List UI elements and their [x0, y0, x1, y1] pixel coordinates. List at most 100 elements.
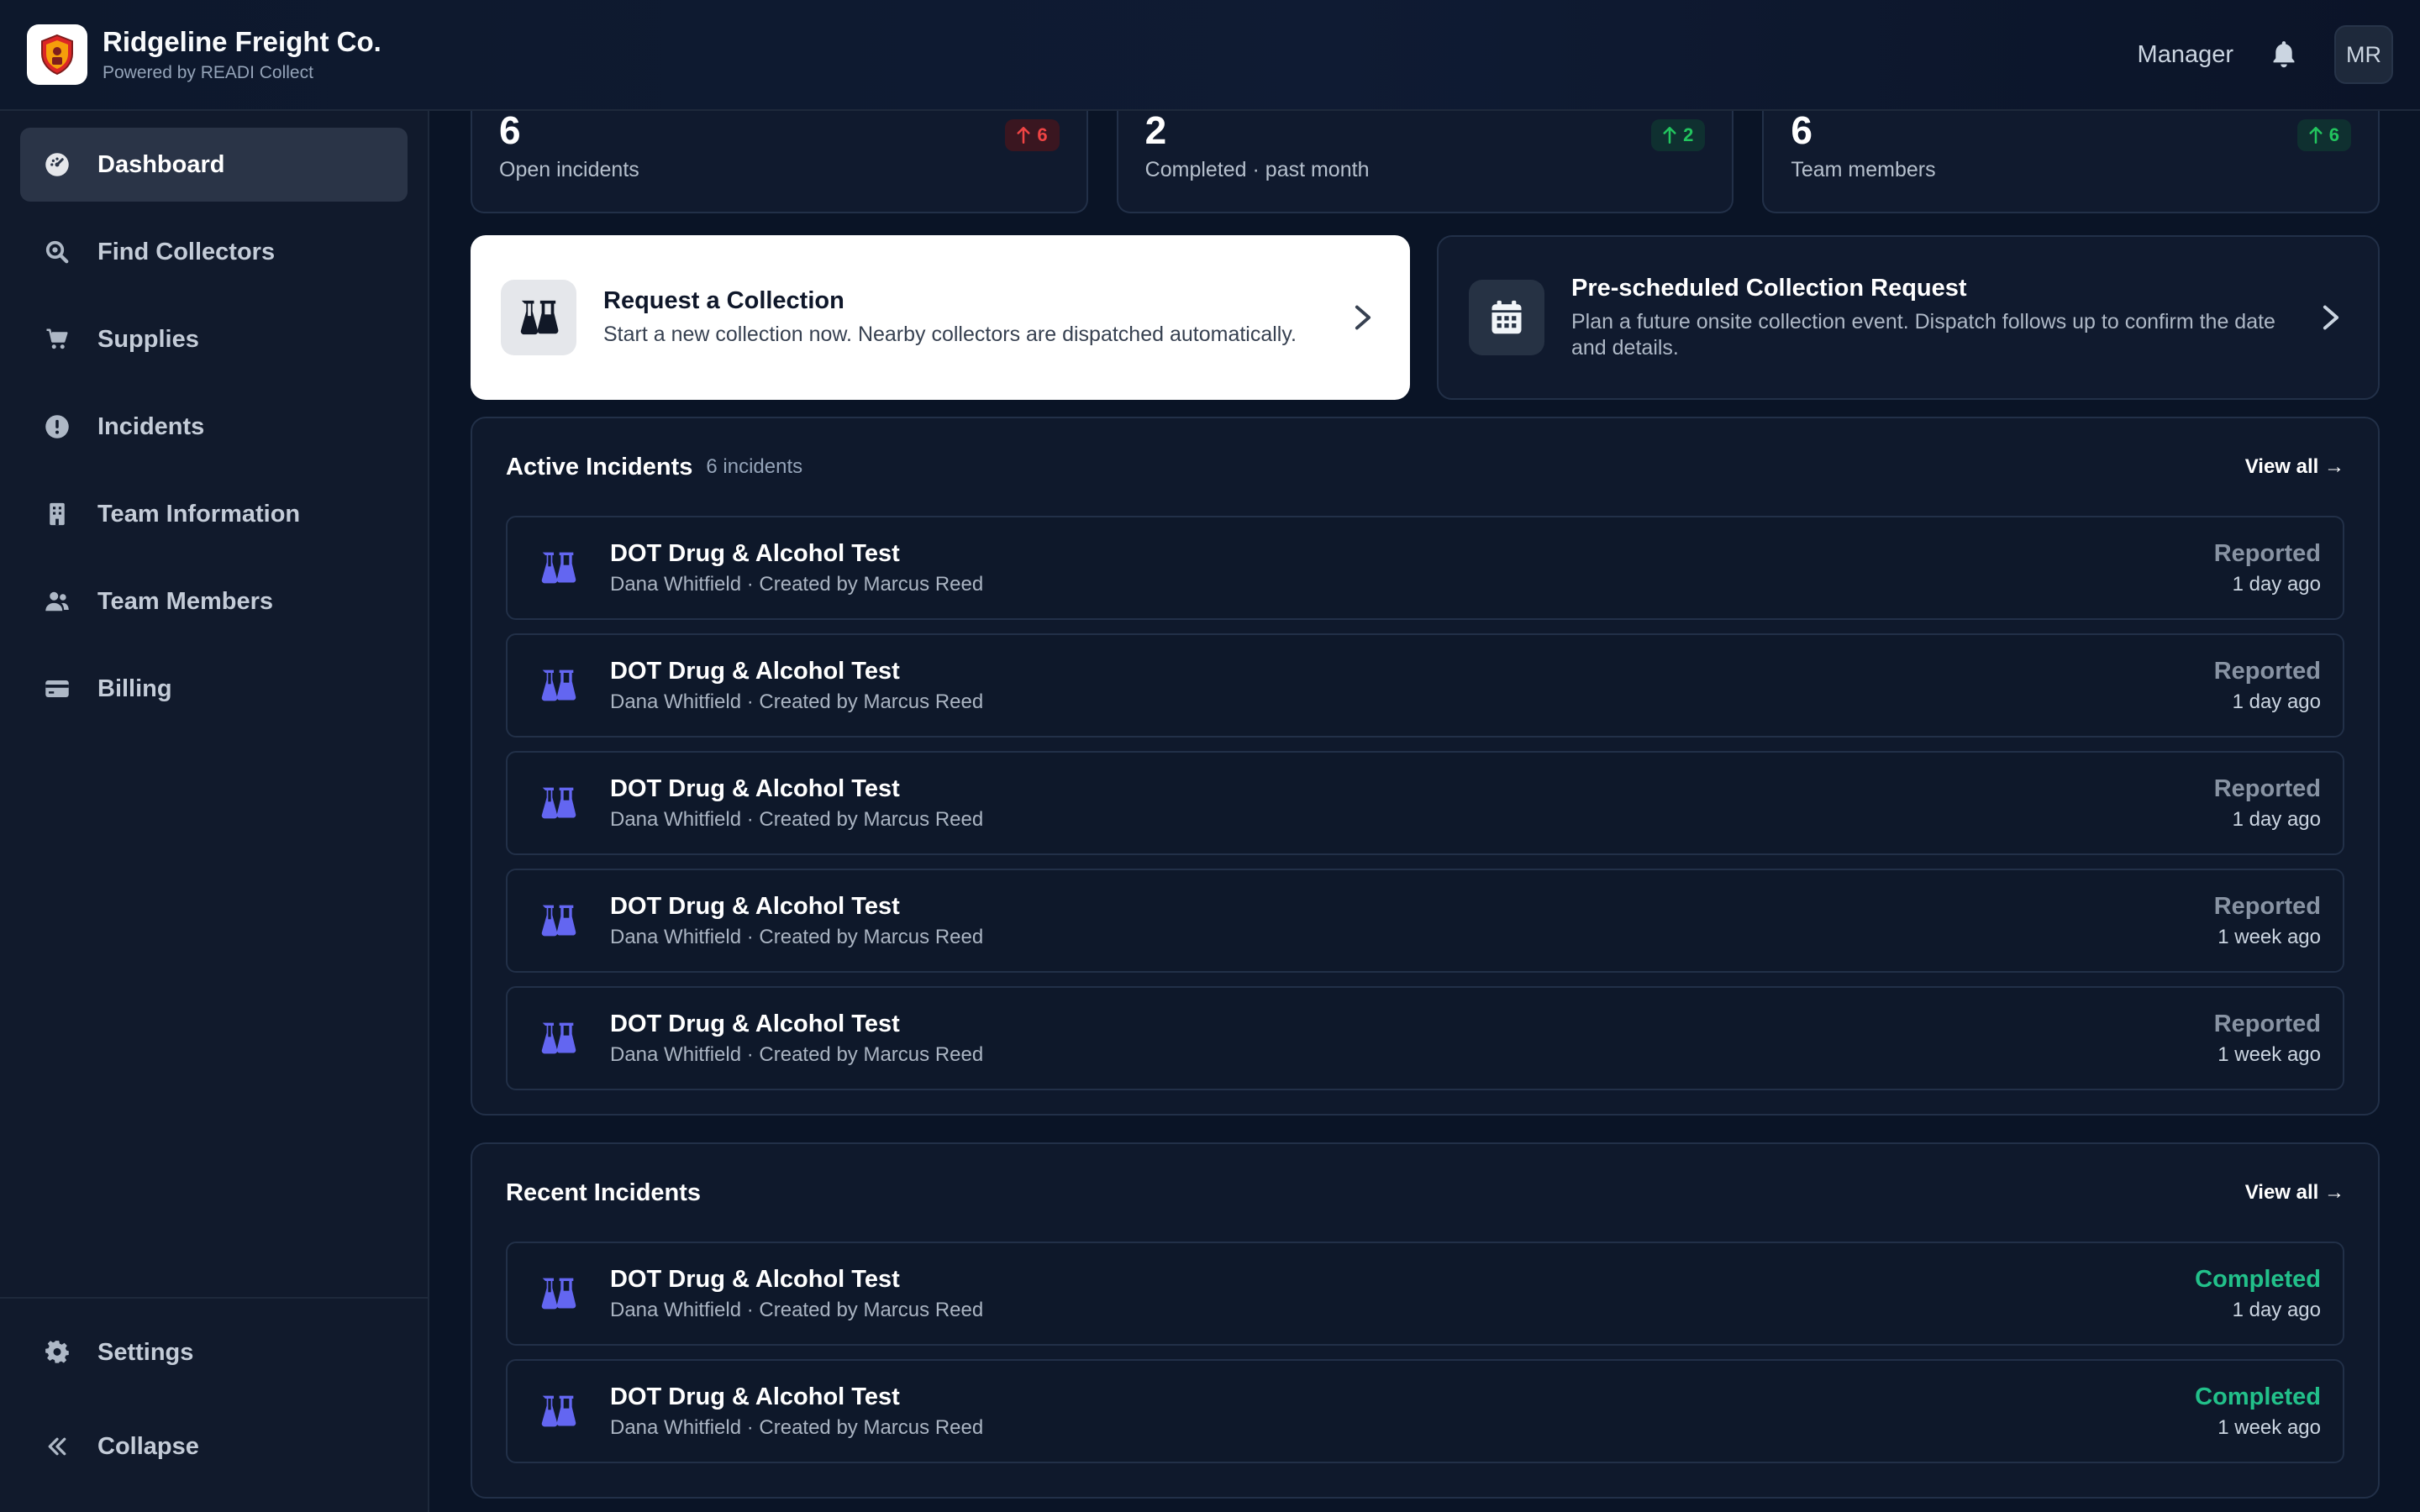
- incident-status: Completed: [2195, 1383, 2321, 1410]
- bell-icon[interactable]: [2267, 38, 2301, 71]
- gauge-icon: [44, 151, 71, 178]
- search-icon: [44, 239, 71, 265]
- incident-row[interactable]: DOT Drug & Alcohol Test Dana Whitfield ·…: [506, 986, 2344, 1090]
- incident-subtitle: Dana Whitfield · Created by Marcus Reed: [610, 807, 984, 831]
- arrow-up-icon: [1017, 127, 1030, 144]
- sidebar-item-label: Collapse: [97, 1432, 199, 1460]
- sidebar-item-incidents[interactable]: Incidents: [20, 390, 408, 464]
- incident-title: DOT Drug & Alcohol Test: [610, 892, 900, 920]
- flask-icon: [538, 783, 578, 823]
- company-logo: [27, 24, 87, 85]
- action-title: Pre-scheduled Collection Request: [1571, 274, 1967, 302]
- stat-value: 2: [1144, 108, 1167, 152]
- sidebar-item-label: Team Information: [97, 500, 301, 528]
- action-title: Request a Collection: [603, 287, 844, 314]
- chevron-right-icon: [2314, 301, 2348, 334]
- trend-badge: 6: [1005, 119, 1060, 151]
- incident-status: Reported: [2213, 657, 2321, 685]
- incident-row[interactable]: DOT Drug & Alcohol Test Dana Whitfield ·…: [506, 1242, 2344, 1346]
- sidebar-item-supplies[interactable]: Supplies: [20, 302, 408, 376]
- sidebar-item-dashboard[interactable]: Dashboard: [20, 128, 408, 202]
- brand[interactable]: Ridgeline Freight Co. Powered by READI C…: [27, 24, 381, 85]
- flask-icon: [538, 900, 578, 941]
- incident-subtitle: Dana Whitfield · Created by Marcus Reed: [610, 1415, 984, 1439]
- sidebar-nav: Dashboard Find Collectors Supplies Incid…: [0, 111, 428, 749]
- stats-row: 6 Open incidents 6 2 Completed · past mo…: [471, 108, 2381, 213]
- avatar[interactable]: MR: [2334, 25, 2393, 84]
- sidebar-item-label: Team Members: [97, 587, 273, 615]
- active-incidents-panel: Active Incidents 6 incidents View all → …: [471, 417, 2380, 1116]
- incident-title: DOT Drug & Alcohol Test: [610, 539, 900, 567]
- incident-subtitle: Dana Whitfield · Created by Marcus Reed: [610, 925, 984, 948]
- sidebar-item-team-members[interactable]: Team Members: [20, 564, 408, 638]
- sidebar-item-settings[interactable]: Settings: [20, 1315, 408, 1389]
- stat-label: Open incidents: [499, 158, 639, 181]
- stat-card-completed[interactable]: 2 Completed · past month 2: [1116, 108, 1734, 213]
- incident-subtitle: Dana Whitfield · Created by Marcus Reed: [610, 1298, 984, 1321]
- sidebar-collapse-button[interactable]: Collapse: [20, 1410, 408, 1483]
- incident-status: Reported: [2213, 774, 2321, 802]
- flask-icon: [538, 665, 578, 706]
- sidebar-item-label: Settings: [97, 1338, 194, 1366]
- incident-time: 1 day ago: [2232, 690, 2321, 713]
- action-cards: Request a Collection Start a new collect…: [471, 235, 2380, 400]
- users-icon: [44, 588, 71, 615]
- active-incidents-list: DOT Drug & Alcohol Test Dana Whitfield ·…: [506, 516, 2344, 1090]
- sidebar-item-label: Incidents: [97, 412, 205, 440]
- flask-icon: [501, 280, 576, 355]
- sidebar-item-label: Find Collectors: [97, 238, 276, 265]
- incident-subtitle: Dana Whitfield · Created by Marcus Reed: [610, 1042, 984, 1066]
- incident-status: Reported: [2213, 1010, 2321, 1037]
- view-all-link[interactable]: View all →: [2245, 1181, 2344, 1205]
- credit-card-icon: [44, 675, 71, 702]
- incident-status: Reported: [2213, 892, 2321, 920]
- stat-card-team-members[interactable]: 6 Team members 6: [1762, 108, 2381, 213]
- stat-label: Completed · past month: [1144, 158, 1370, 181]
- trend-badge: 6: [2296, 119, 2352, 151]
- incident-row[interactable]: DOT Drug & Alcohol Test Dana Whitfield ·…: [506, 516, 2344, 620]
- incident-time: 1 week ago: [2217, 925, 2321, 948]
- stat-value: 6: [1791, 108, 1812, 152]
- view-all-link[interactable]: View all →: [2245, 455, 2344, 479]
- trend-value: 2: [1683, 124, 1694, 145]
- stat-label: Team members: [1791, 158, 1936, 181]
- flask-icon: [538, 1018, 578, 1058]
- incident-title: DOT Drug & Alcohol Test: [610, 1010, 900, 1037]
- incident-subtitle: Dana Whitfield · Created by Marcus Reed: [610, 690, 984, 713]
- panel-title: Active Incidents: [506, 453, 693, 480]
- company-name: Ridgeline Freight Co.: [103, 26, 381, 57]
- sidebar-footer: Settings Collapse: [0, 1297, 428, 1512]
- incident-row[interactable]: DOT Drug & Alcohol Test Dana Whitfield ·…: [506, 869, 2344, 973]
- recent-incidents-panel: Recent Incidents View all → DOT Drug & A…: [471, 1142, 2380, 1499]
- flask-icon: [538, 548, 578, 588]
- incident-time: 1 week ago: [2217, 1042, 2321, 1066]
- incident-title: DOT Drug & Alcohol Test: [610, 1383, 900, 1410]
- user-role[interactable]: Manager: [2138, 41, 2233, 69]
- alert-circle-icon: [44, 413, 71, 440]
- stat-card-open-incidents[interactable]: 6 Open incidents 6: [471, 108, 1088, 213]
- incident-count: 6 incidents: [706, 455, 803, 478]
- chevron-right-icon: [1346, 301, 1380, 334]
- incident-time: 1 day ago: [2232, 1298, 2321, 1321]
- trend-badge: 2: [1651, 119, 1706, 151]
- incident-row[interactable]: DOT Drug & Alcohol Test Dana Whitfield ·…: [506, 633, 2344, 738]
- incident-time: 1 day ago: [2232, 572, 2321, 596]
- incident-row[interactable]: DOT Drug & Alcohol Test Dana Whitfield ·…: [506, 751, 2344, 855]
- calendar-icon: [1469, 280, 1544, 355]
- gear-icon: [44, 1339, 71, 1366]
- prescheduled-collection-card[interactable]: Pre-scheduled Collection Request Plan a …: [1437, 235, 2380, 400]
- panel-title: Recent Incidents: [506, 1179, 702, 1206]
- request-collection-card[interactable]: Request a Collection Start a new collect…: [471, 235, 1410, 400]
- incident-title: DOT Drug & Alcohol Test: [610, 1265, 900, 1293]
- sidebar-item-find-collectors[interactable]: Find Collectors: [20, 215, 408, 289]
- incident-status: Completed: [2195, 1265, 2321, 1293]
- flask-icon: [538, 1273, 578, 1314]
- sidebar-item-billing[interactable]: Billing: [20, 652, 408, 726]
- main-content: 6 Open incidents 6 2 Completed · past mo…: [471, 108, 2381, 1512]
- incident-row[interactable]: DOT Drug & Alcohol Test Dana Whitfield ·…: [506, 1359, 2344, 1463]
- cart-icon: [44, 326, 71, 353]
- flask-icon: [538, 1391, 578, 1431]
- sidebar-item-team-information[interactable]: Team Information: [20, 477, 408, 551]
- building-icon: [44, 501, 71, 528]
- sidebar: Dashboard Find Collectors Supplies Incid…: [0, 111, 429, 1512]
